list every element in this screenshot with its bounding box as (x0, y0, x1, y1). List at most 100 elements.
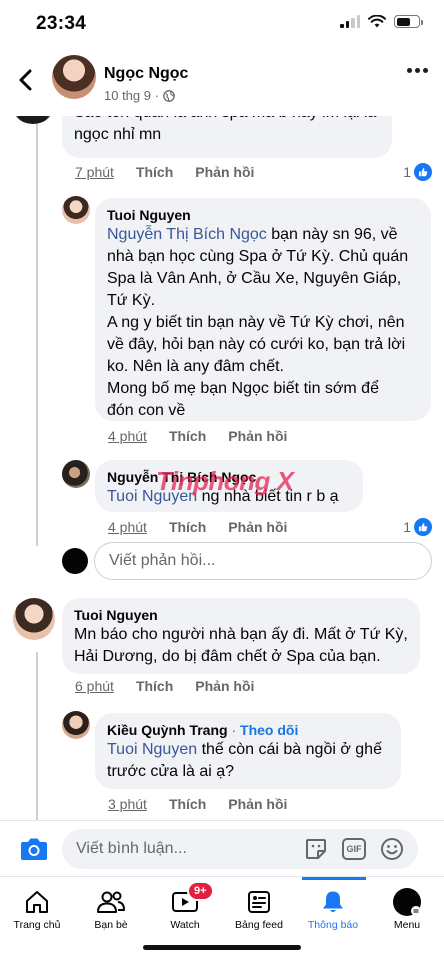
comment-actions: 6 phút Thích Phản hồi (75, 678, 254, 694)
follow-button[interactable]: Theo dõi (240, 722, 298, 738)
comment-time[interactable]: 4 phút (108, 428, 147, 444)
comment-text-part: bạn này sn 96, về (266, 226, 398, 243)
commenter-avatar[interactable] (62, 196, 90, 224)
like-button[interactable]: Thích (136, 164, 173, 180)
comment-text-line: Spa là Vân Anh, ở Cầu Xe, Nguyên Giáp, (107, 270, 402, 287)
comment-time[interactable]: 3 phút (108, 796, 147, 812)
signal-icon (340, 15, 360, 28)
comment-text-line: ko. Nên là any đâm chết. (107, 358, 284, 375)
comments-list: Sao tên quán là anh spa mà b hay im lại … (0, 116, 444, 820)
like-button[interactable]: Thích (169, 428, 206, 444)
comment-text-line: Mong bố mẹ bạn Ngọc biết tin sớm để (107, 380, 379, 397)
comment-text-line: Sao tên quán là anh spa mà b hay im lại … (74, 116, 380, 124)
post-date[interactable]: 10 thg 9 · (104, 88, 159, 103)
comment-text-line: ngọc nhỉ mn (74, 126, 162, 143)
emoji-icon[interactable] (380, 837, 404, 861)
watermark-logo: Tinphong X (156, 466, 294, 496)
comment-text-line: Mn báo cho người nhà bạn ấy đi. Mất ở Tứ… (74, 626, 408, 643)
chevron-left-icon (19, 69, 32, 91)
mention-link[interactable]: Tuoi Nguyen (107, 741, 197, 758)
reply-button[interactable]: Phản hồi (228, 519, 287, 535)
tab-notifications-label: Thông báo (307, 919, 359, 931)
post-header: Ngọc Ngọc 10 thg 9 · (0, 46, 444, 116)
comment-bubble: Kiều Quỳnh Trang · Theo dõi Tuoi Nguyen … (95, 713, 401, 789)
comment-time[interactable]: 4 phút (108, 519, 147, 535)
thread-line (36, 116, 38, 546)
reply-button[interactable]: Phản hồi (228, 428, 287, 444)
reply-button[interactable]: Phản hồi (228, 796, 287, 812)
home-icon (26, 891, 48, 913)
post-meta: 10 thg 9 · (104, 88, 175, 103)
commenter-name[interactable]: Kiều Quỳnh Trang (107, 722, 228, 738)
camera-button[interactable] (20, 836, 48, 862)
comment-text-line: nhà bạn học cùng Spa ở Tứ Kỳ. Chủ quán (107, 248, 409, 265)
comment-text-line: Tuoi Nguyen thế còn cái bà ngồi ở ghế (107, 739, 389, 761)
tab-notifications[interactable]: Thông báo (296, 887, 370, 931)
reply-button[interactable]: Phản hồi (195, 164, 254, 180)
status-bar: 23:34 (0, 0, 444, 46)
like-button[interactable]: Thích (169, 796, 206, 812)
reaction-number: 1 (403, 519, 411, 535)
battery-icon (394, 15, 423, 28)
comment-time[interactable]: 7 phút (75, 164, 114, 180)
my-avatar (62, 548, 88, 574)
bell-icon (323, 891, 343, 912)
menu-avatar-icon (393, 888, 421, 916)
tab-feed[interactable]: Bảng feed (222, 887, 296, 931)
commenter-name[interactable]: Tuoi Nguyen (107, 206, 419, 224)
reply-input[interactable]: Viết phản hồi... (94, 542, 432, 580)
reaction-count[interactable]: 1 (403, 518, 432, 536)
comment-actions: 7 phút Thích Phản hồi (75, 164, 254, 180)
comment-actions: 3 phút Thích Phản hồi (108, 796, 287, 812)
comment-text-line: Hải Dương, do bị đâm chết ở Spa của bạn. (74, 648, 381, 665)
comment-actions: 4 phút Thích Phản hồi (108, 519, 287, 535)
commenter-avatar[interactable] (62, 460, 90, 488)
comment-text-part: thế còn cái bà ngồi ở ghế (197, 741, 382, 758)
tab-watch-label: Watch (170, 919, 200, 931)
tab-feed-label: Bảng feed (235, 919, 283, 931)
commenter-avatar[interactable] (14, 116, 52, 124)
comment-time[interactable]: 6 phút (75, 678, 114, 694)
tab-home[interactable]: Trang chủ (0, 887, 74, 931)
like-button[interactable]: Thích (169, 519, 206, 535)
thumbs-up-icon (414, 163, 432, 181)
composer-icons: GIF (304, 829, 404, 869)
comment-actions: 4 phút Thích Phản hồi (108, 428, 287, 444)
tab-friends[interactable]: Bạn bè (74, 887, 148, 931)
name-separator: · (227, 722, 241, 738)
author-name[interactable]: Ngọc Ngọc (104, 65, 188, 83)
comment-text-line: Nguyễn Thị Bích Ngọc bạn này sn 96, về (107, 224, 419, 246)
comment-input[interactable]: Viết bình luận... GIF (62, 829, 418, 869)
more-options-button[interactable] (407, 68, 428, 73)
commenter-avatar[interactable] (13, 598, 55, 640)
reply-button[interactable]: Phản hồi (195, 678, 254, 694)
gif-icon[interactable]: GIF (342, 838, 366, 860)
commenter-avatar[interactable] (62, 711, 90, 739)
watch-badge: 9+ (187, 881, 214, 901)
mention-link[interactable]: Nguyễn Thị Bích Ngọc (107, 226, 267, 243)
comment-text-line: A ng y biết tin bạn này về Tứ Kỳ chơi, n… (107, 314, 405, 331)
thread-line (36, 652, 38, 820)
author-avatar[interactable] (52, 55, 96, 99)
comment-text-line: Tứ Kỳ. (107, 292, 156, 309)
comment-bubble: Tuoi Nguyen Mn báo cho người nhà bạn ấy … (62, 598, 420, 674)
bottom-tab-bar: Trang chủ Bạn bè 9+ Watch Bảng feed Thôn… (0, 876, 444, 960)
tab-watch[interactable]: 9+ Watch (148, 881, 222, 931)
commenter-name[interactable]: Tuoi Nguyen (74, 606, 408, 624)
home-indicator (143, 945, 301, 950)
tab-friends-label: Bạn bè (94, 919, 128, 931)
comment-bubble: Sao tên quán là anh spa mà b hay im lại … (62, 116, 392, 158)
tab-menu-label: Menu (393, 919, 421, 931)
sticker-icon[interactable] (304, 837, 328, 861)
comment-bubble: Tuoi Nguyen Nguyễn Thị Bích Ngọc bạn này… (95, 198, 431, 421)
reaction-count[interactable]: 1 (403, 163, 432, 181)
like-button[interactable]: Thích (136, 678, 173, 694)
comment-text-line: đón con về (107, 402, 186, 419)
tab-menu[interactable]: Menu (370, 887, 444, 931)
back-button[interactable] (12, 66, 40, 94)
commenter-name-row: Kiều Quỳnh Trang · Theo dõi (107, 721, 389, 739)
status-icons (340, 15, 423, 28)
camera-icon (21, 838, 47, 860)
feed-icon (248, 891, 270, 913)
wifi-icon (368, 15, 386, 28)
